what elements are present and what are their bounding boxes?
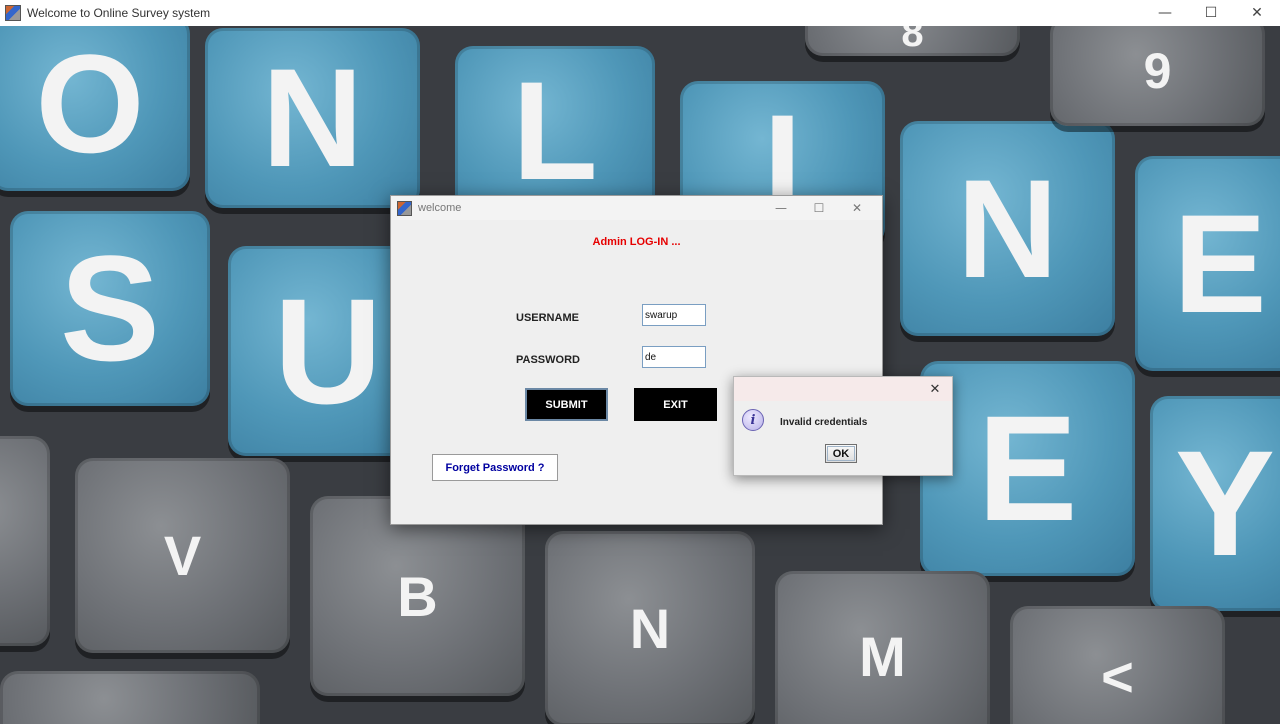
key-n3: N bbox=[545, 531, 755, 724]
key-blank-left bbox=[0, 436, 50, 646]
password-field[interactable]: de bbox=[642, 346, 706, 368]
key-v: V bbox=[75, 458, 290, 653]
exit-button[interactable]: EXIT bbox=[634, 388, 717, 421]
key-n2: N bbox=[900, 121, 1115, 336]
dialog-maximize-button[interactable]: ☐ bbox=[800, 196, 838, 220]
forget-password-button[interactable]: Forget Password ? bbox=[432, 454, 558, 481]
dialog-window-controls: — ☐ ✕ bbox=[762, 196, 876, 220]
key-o: O bbox=[0, 26, 190, 191]
key-s: S bbox=[10, 211, 210, 406]
key-9: 9 bbox=[1050, 26, 1265, 126]
dialog-title: welcome bbox=[418, 202, 462, 214]
password-label: PASSWORD bbox=[516, 354, 580, 366]
popup-close-button[interactable]: ✕ bbox=[924, 379, 946, 399]
key-8: 8 bbox=[805, 26, 1020, 56]
popup-message: Invalid credentials bbox=[780, 417, 868, 428]
minimize-button[interactable]: — bbox=[1142, 0, 1188, 26]
window-controls: — ☐ ✕ bbox=[1142, 0, 1280, 26]
maximize-button[interactable]: ☐ bbox=[1188, 0, 1234, 26]
key-m: M bbox=[775, 571, 990, 724]
java-app-icon bbox=[5, 5, 21, 21]
key-blank-bottom bbox=[0, 671, 260, 724]
username-field[interactable]: swarup bbox=[642, 304, 706, 326]
key-y: Y bbox=[1150, 396, 1280, 611]
close-button[interactable]: ✕ bbox=[1234, 0, 1280, 26]
info-icon: i bbox=[742, 409, 764, 431]
dialog-close-button[interactable]: ✕ bbox=[838, 196, 876, 220]
ok-button[interactable]: OK bbox=[825, 444, 857, 463]
key-less-than: < bbox=[1010, 606, 1225, 724]
submit-button[interactable]: SUBMIT bbox=[525, 388, 608, 421]
key-l: L bbox=[455, 46, 655, 216]
admin-login-heading: Admin LOG-IN ... bbox=[592, 236, 681, 248]
invalid-credentials-popup: ✕ i Invalid credentials OK bbox=[733, 376, 953, 476]
popup-titlebar: ✕ bbox=[734, 377, 952, 401]
dialog-titlebar: welcome — ☐ ✕ bbox=[391, 196, 882, 220]
dialog-minimize-button[interactable]: — bbox=[762, 196, 800, 220]
main-window-titlebar: Welcome to Online Survey system — ☐ ✕ bbox=[0, 0, 1280, 27]
username-label: USERNAME bbox=[516, 312, 579, 324]
java-app-icon bbox=[397, 200, 412, 216]
key-b: B bbox=[310, 496, 525, 696]
main-window-title: Welcome to Online Survey system bbox=[27, 6, 211, 20]
key-e: E bbox=[1135, 156, 1280, 371]
key-n: N bbox=[205, 28, 420, 208]
